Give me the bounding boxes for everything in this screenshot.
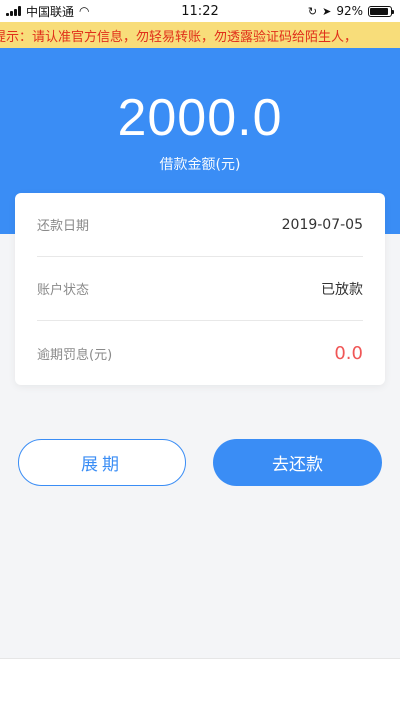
detail-row-repay-date: 还款日期 2019-07-05 [37, 193, 363, 257]
signal-icon [6, 6, 21, 16]
carrier-label: 中国联通 [26, 4, 75, 19]
repay-date-value: 2019-07-05 [281, 216, 363, 233]
repay-button[interactable]: 去还款 [213, 439, 382, 486]
penalty-value: 0.0 [334, 342, 363, 364]
battery-fill [370, 7, 389, 15]
notice-banner: 提示：请认准官方信息，勿轻易转账，勿透露验证码给陌生人， [0, 22, 400, 48]
status-left: 中国联通 ◠ [6, 3, 90, 20]
extend-button[interactable]: 展期 [18, 439, 186, 486]
status-bar: 中国联通 ◠ 11:22 ↻ ➤ 92% [0, 0, 400, 22]
detail-row-penalty: 逾期罚息(元) 0.0 [37, 321, 363, 385]
location-icon: ➤ [322, 4, 332, 18]
repay-date-label: 还款日期 [37, 219, 90, 234]
detail-row-account-status: 账户状态 已放款 [37, 257, 363, 321]
battery-icon [368, 5, 394, 17]
wifi-icon: ◠ [79, 4, 90, 18]
rotation-lock-icon: ↻ [307, 4, 318, 18]
account-status-value: 已放款 [321, 281, 363, 298]
status-right: ↻ ➤ 92% [307, 4, 394, 18]
battery-percent: 92% [336, 4, 363, 18]
bottom-bar [0, 658, 400, 711]
penalty-label: 逾期罚息(元) [37, 347, 113, 363]
loan-amount: 2000.0 [117, 89, 283, 147]
account-status-label: 账户状态 [37, 283, 90, 298]
notice-text: 提示：请认准官方信息，勿轻易转账，勿透露验证码给陌生人， [0, 29, 358, 45]
loan-details-card: 还款日期 2019-07-05 账户状态 已放款 逾期罚息(元) 0.0 [15, 193, 385, 385]
loan-amount-label: 借款金额(元) [159, 157, 241, 173]
